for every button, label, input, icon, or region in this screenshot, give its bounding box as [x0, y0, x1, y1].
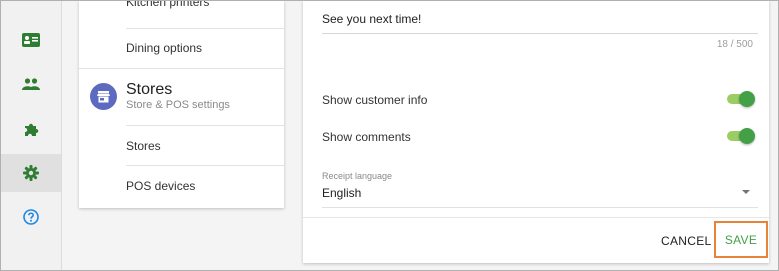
receipt-language-select[interactable]: English: [322, 184, 758, 204]
show-comments-toggle[interactable]: [727, 128, 755, 144]
divider: [79, 68, 284, 69]
dropdown-arrow-icon: [742, 190, 750, 194]
show-customer-info-toggle[interactable]: [727, 91, 755, 107]
show-comments-label: Show comments: [322, 130, 411, 144]
receipt-footer-input[interactable]: See you next time!: [322, 12, 758, 31]
id-card-icon: [22, 33, 40, 47]
gear-icon: [23, 165, 39, 181]
toggle-knob: [739, 128, 755, 144]
store-icon: [97, 90, 110, 102]
save-button[interactable]: SAVE: [714, 221, 768, 258]
receipt-language-label: Receipt language: [322, 171, 393, 181]
toggle-knob: [739, 91, 755, 107]
divider: [126, 28, 284, 29]
select-underline: [322, 207, 758, 208]
receipt-language-value: English: [322, 186, 362, 200]
nav-item-stores[interactable]: Stores: [126, 139, 284, 153]
nav-item-pos-devices[interactable]: POS devices: [126, 179, 284, 193]
show-customer-info-label: Show customer info: [322, 93, 428, 107]
stores-section-subtitle: Store & POS settings: [126, 99, 230, 111]
app-frame: Kitchen printers Dining options Stores S…: [0, 0, 779, 271]
rail-item-employees[interactable]: [1, 21, 61, 59]
receipt-settings-card: See you next time! 18 / 500 Show custome…: [303, 1, 769, 263]
rail-item-customers[interactable]: [1, 65, 61, 103]
settings-nav-card: Kitchen printers Dining options Stores S…: [79, 1, 284, 208]
help-circle-icon: [23, 209, 39, 225]
input-underline: [322, 33, 758, 34]
stores-section-icon: [90, 83, 117, 110]
save-button-label: SAVE: [724, 232, 758, 247]
puzzle-icon: [25, 123, 39, 136]
character-counter: 18 / 500: [716, 39, 753, 50]
nav-item-dining-options[interactable]: Dining options: [126, 41, 284, 55]
navigation-rail: [1, 1, 62, 270]
people-icon: [22, 78, 40, 90]
stores-section-title: Stores: [126, 81, 173, 98]
divider: [126, 165, 284, 166]
rail-item-integrations[interactable]: [1, 111, 61, 149]
divider: [303, 217, 769, 218]
rail-item-settings[interactable]: [1, 154, 61, 192]
rail-item-help[interactable]: [1, 198, 61, 236]
divider: [126, 125, 284, 126]
nav-item-kitchen-printers[interactable]: Kitchen printers: [126, 1, 284, 12]
cancel-button[interactable]: CANCEL: [661, 234, 711, 248]
